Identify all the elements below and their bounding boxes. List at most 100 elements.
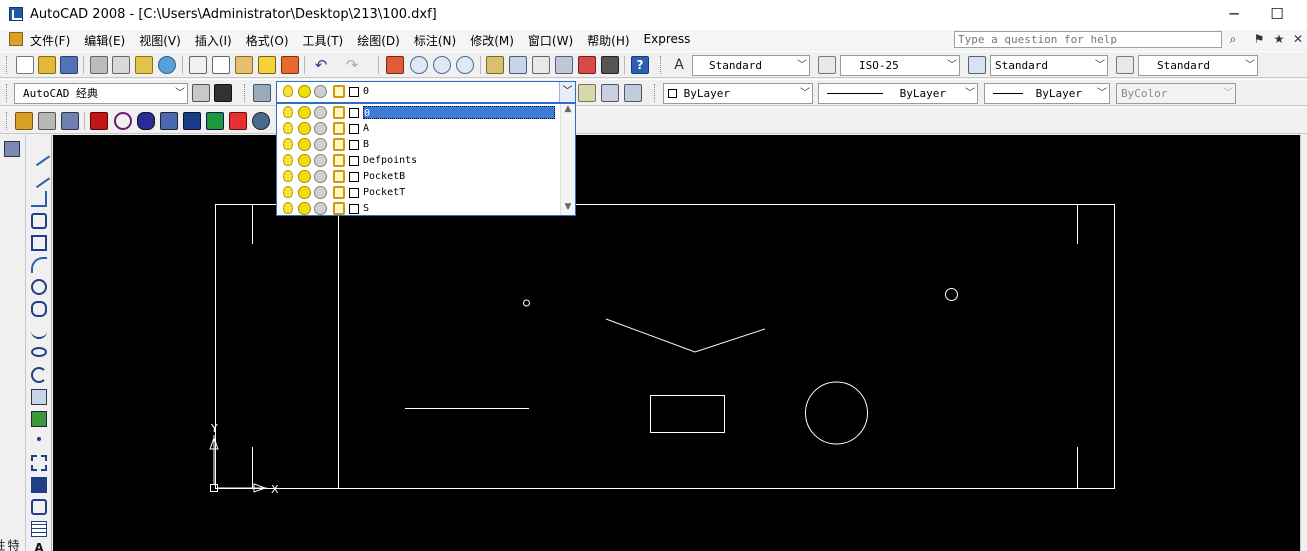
region-tool-icon[interactable] bbox=[31, 499, 47, 515]
raster-image-icon[interactable] bbox=[61, 112, 79, 130]
help-search-icon[interactable]: ⌕ bbox=[1224, 31, 1242, 48]
menu-express[interactable]: Express bbox=[644, 32, 698, 49]
copy-icon[interactable] bbox=[212, 56, 230, 74]
rectangle-icon[interactable] bbox=[31, 235, 47, 251]
insert-block-icon[interactable] bbox=[15, 112, 33, 130]
quickcalc-icon[interactable] bbox=[601, 56, 619, 74]
multiline-text-icon[interactable]: A bbox=[31, 541, 47, 551]
layer-on-icon[interactable] bbox=[283, 202, 293, 214]
workspace-select[interactable]: AutoCAD 经典 ﹀ bbox=[14, 83, 188, 104]
construction-line-icon[interactable] bbox=[27, 165, 51, 189]
revcloud-icon[interactable] bbox=[31, 301, 47, 317]
linetype-control-select[interactable]: ByLayer ﹀ bbox=[818, 83, 978, 104]
restore-button[interactable]: ☐ bbox=[1265, 4, 1289, 24]
layer-on-icon[interactable] bbox=[283, 154, 293, 166]
external-reference-icon[interactable] bbox=[38, 112, 56, 130]
layer-list-item[interactable]: PocketT bbox=[277, 185, 561, 201]
polyline-icon[interactable] bbox=[31, 191, 47, 207]
table-style-icon[interactable] bbox=[968, 56, 986, 74]
layer-viewport-freeze-icon[interactable] bbox=[314, 122, 327, 135]
layer-thaw-icon[interactable] bbox=[298, 202, 311, 215]
layer-on-icon[interactable] bbox=[283, 138, 293, 150]
layer-unlock-icon[interactable] bbox=[333, 186, 345, 199]
gradient-icon[interactable] bbox=[206, 112, 224, 130]
layer-unlock-icon[interactable] bbox=[333, 170, 345, 183]
layer-color-swatch[interactable] bbox=[349, 124, 359, 134]
small-hole-circle[interactable] bbox=[523, 299, 530, 307]
menu-help[interactable]: 帮助(H) bbox=[587, 32, 636, 49]
outer-boundary-rectangle[interactable] bbox=[215, 204, 1115, 489]
layer-unlock-icon[interactable] bbox=[333, 106, 345, 119]
layer-color-swatch[interactable] bbox=[349, 108, 359, 118]
help-search-box[interactable] bbox=[954, 31, 1222, 48]
layer-viewport-freeze-icon[interactable] bbox=[314, 154, 327, 167]
scroll-down-icon[interactable]: ▼ bbox=[561, 202, 575, 214]
layer-list-item[interactable]: Defpoints bbox=[277, 153, 561, 169]
text-style-icon[interactable]: A bbox=[670, 56, 688, 74]
dimension-style-icon[interactable] bbox=[818, 56, 836, 74]
layer-viewport-freeze-icon[interactable] bbox=[314, 186, 327, 199]
polygon-icon[interactable] bbox=[31, 213, 47, 229]
layer-unlock-icon[interactable] bbox=[333, 154, 345, 167]
layer-viewport-freeze-icon[interactable] bbox=[314, 85, 327, 98]
layer-control-select[interactable]: 0 ﹀ bbox=[276, 81, 576, 103]
layer-list-item[interactable]: PocketB bbox=[277, 169, 561, 185]
pan-icon[interactable] bbox=[386, 56, 404, 74]
layer-viewport-freeze-icon[interactable] bbox=[314, 202, 327, 215]
pocket-rectangle[interactable] bbox=[650, 395, 725, 433]
layer-on-icon[interactable] bbox=[283, 85, 293, 97]
render-icon[interactable] bbox=[252, 112, 270, 130]
block-editor-icon[interactable] bbox=[281, 56, 299, 74]
ellipse-arc-icon[interactable] bbox=[31, 367, 47, 383]
menu-view[interactable]: 视图(V) bbox=[139, 32, 188, 49]
layer-on-icon[interactable] bbox=[283, 122, 293, 134]
3d-dwf-icon[interactable] bbox=[158, 56, 176, 74]
small-hole-circle[interactable] bbox=[945, 288, 958, 301]
open-file-icon[interactable] bbox=[38, 56, 56, 74]
drawing-geometry[interactable]: Y X bbox=[53, 135, 1307, 551]
help-icon[interactable]: ? bbox=[631, 56, 649, 74]
layer-viewport-freeze-icon[interactable] bbox=[314, 106, 327, 119]
layer-color-swatch[interactable] bbox=[349, 156, 359, 166]
autocad-app-icon[interactable] bbox=[9, 7, 23, 21]
layer-thaw-icon[interactable] bbox=[298, 122, 311, 135]
toolbar-grip[interactable] bbox=[6, 84, 9, 102]
communication-center-icon[interactable]: ⚑ bbox=[1250, 31, 1268, 48]
make-block-icon[interactable] bbox=[31, 411, 47, 427]
region-icon[interactable] bbox=[114, 112, 132, 130]
layer-color-swatch[interactable] bbox=[349, 172, 359, 182]
layer-viewport-freeze-icon[interactable] bbox=[314, 170, 327, 183]
new-file-icon[interactable] bbox=[16, 56, 34, 74]
layer-thaw-icon[interactable] bbox=[298, 138, 311, 151]
arc-icon[interactable] bbox=[31, 257, 47, 273]
menu-edit[interactable]: 编辑(E) bbox=[84, 32, 132, 49]
hatch-icon[interactable] bbox=[90, 112, 108, 130]
document-icon[interactable] bbox=[9, 32, 23, 46]
scroll-up-icon[interactable]: ▲ bbox=[561, 104, 575, 116]
undo-icon[interactable]: ↶ bbox=[312, 56, 330, 74]
layer-list-item[interactable]: A bbox=[277, 121, 561, 137]
save-workspace-icon[interactable] bbox=[214, 84, 232, 102]
layer-unlock-icon[interactable] bbox=[333, 202, 345, 215]
layer-list-scrollbar[interactable]: ▲ ▼ bbox=[560, 104, 575, 215]
layer-dropdown-list[interactable]: 0 A B Defpoints PocketB PocketT S ▲ ▼ bbox=[276, 103, 576, 216]
close-document-icon[interactable]: ✕ bbox=[1292, 31, 1304, 48]
layer-on-icon[interactable] bbox=[283, 170, 293, 182]
minimize-button[interactable]: ─ bbox=[1222, 4, 1246, 24]
layer-unlock-icon[interactable] bbox=[333, 138, 345, 151]
layer-on-icon[interactable] bbox=[283, 186, 293, 198]
menu-format[interactable]: 格式(O) bbox=[246, 32, 296, 49]
zoom-window-icon[interactable] bbox=[433, 56, 451, 74]
markup-set-manager-icon[interactable] bbox=[578, 56, 596, 74]
layer-list-item[interactable]: 0 bbox=[277, 105, 561, 121]
sheet-set-manager-icon[interactable] bbox=[555, 56, 573, 74]
toolbar-grip[interactable] bbox=[6, 112, 9, 130]
multileader-style-icon[interactable] bbox=[1116, 56, 1134, 74]
paste-icon[interactable] bbox=[235, 56, 253, 74]
publish-icon[interactable] bbox=[135, 56, 153, 74]
cut-icon[interactable] bbox=[189, 56, 207, 74]
layer-list-item[interactable]: S bbox=[277, 201, 561, 217]
layer-unlock-icon[interactable] bbox=[333, 122, 345, 135]
v-shape-polyline[interactable] bbox=[605, 318, 766, 353]
layer-states-icon[interactable] bbox=[624, 84, 642, 102]
